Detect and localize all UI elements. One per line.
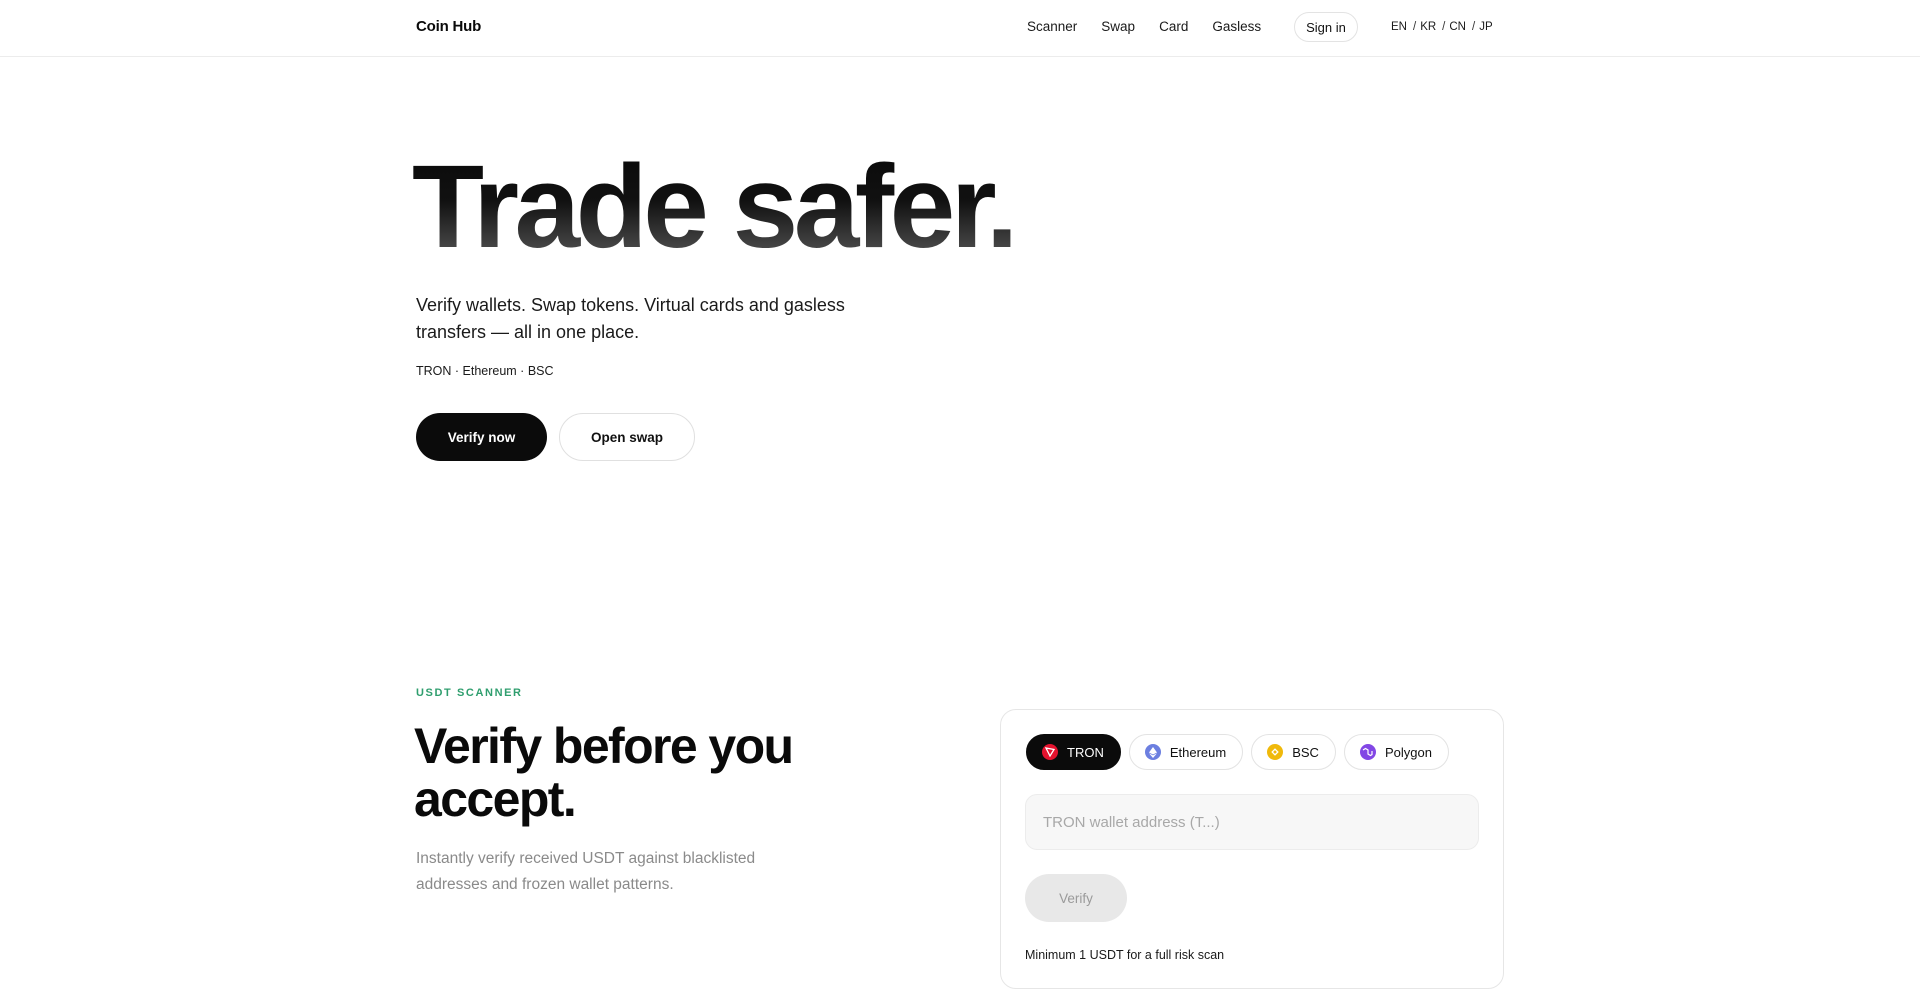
- language-switcher: EN / KR / CN / JP: [1391, 21, 1493, 33]
- bsc-icon: [1267, 744, 1284, 760]
- nav-link-gasless[interactable]: Gasless: [1212, 19, 1261, 34]
- lang-separator: /: [1472, 21, 1476, 33]
- polygon-icon: [1359, 744, 1376, 760]
- lang-jp[interactable]: JP: [1479, 21, 1492, 33]
- lang-separator: /: [1412, 21, 1417, 33]
- section-title: Verify before you accept.: [414, 718, 794, 827]
- minimum-amount-note: Minimum 1 USDT for a full risk scan: [1025, 948, 1225, 962]
- supported-chains-text: TRON · Ethereum · BSC: [416, 364, 554, 378]
- nav-link-card[interactable]: Card: [1159, 19, 1188, 34]
- nav-link-scanner[interactable]: Scanner: [1027, 19, 1077, 34]
- chain-selector: TRON Ethereum BSC Polygon: [1026, 734, 1449, 770]
- section-description: Instantly verify received USDT against b…: [416, 850, 756, 893]
- hero-subtitle: Verify wallets. Swap tokens. Virtual car…: [416, 295, 845, 342]
- top-navigation-bar: Coin Hub Scanner Swap Card Gasless Sign …: [0, 0, 1920, 57]
- scanner-card: TRON Ethereum BSC Polygon TRON wallet ad…: [1000, 709, 1504, 989]
- chain-chip-label: Polygon: [1384, 744, 1432, 760]
- brand-logo[interactable]: Coin Hub: [416, 18, 481, 35]
- open-swap-button[interactable]: Open swap: [559, 413, 695, 461]
- chain-chip-polygon[interactable]: Polygon: [1343, 734, 1449, 770]
- nav-link-swap[interactable]: Swap: [1101, 19, 1135, 34]
- chain-chip-tron[interactable]: TRON: [1026, 734, 1121, 770]
- chain-chip-label: BSC: [1292, 744, 1319, 760]
- verify-now-button[interactable]: Verify now: [416, 413, 547, 461]
- lang-en[interactable]: EN: [1391, 21, 1407, 33]
- chain-chip-ethereum[interactable]: Ethereum: [1128, 734, 1244, 770]
- hero-title: Trade safer.: [412, 141, 1018, 273]
- tron-icon: [1042, 744, 1058, 760]
- wallet-address-input[interactable]: [1025, 794, 1479, 850]
- sign-in-button[interactable]: Sign in: [1294, 12, 1358, 42]
- main-nav: Scanner Swap Card Gasless: [1027, 19, 1285, 34]
- lang-kr[interactable]: KR: [1420, 21, 1436, 33]
- verify-button[interactable]: Verify: [1025, 874, 1127, 922]
- section-eyebrow: USDT SCANNER: [416, 687, 523, 699]
- chain-chip-bsc[interactable]: BSC: [1251, 734, 1336, 770]
- lang-separator: /: [1442, 21, 1446, 33]
- lang-cn[interactable]: CN: [1449, 21, 1466, 33]
- ethereum-icon: [1144, 744, 1161, 760]
- chain-chip-label: TRON: [1067, 744, 1104, 760]
- chain-chip-label: Ethereum: [1169, 744, 1227, 760]
